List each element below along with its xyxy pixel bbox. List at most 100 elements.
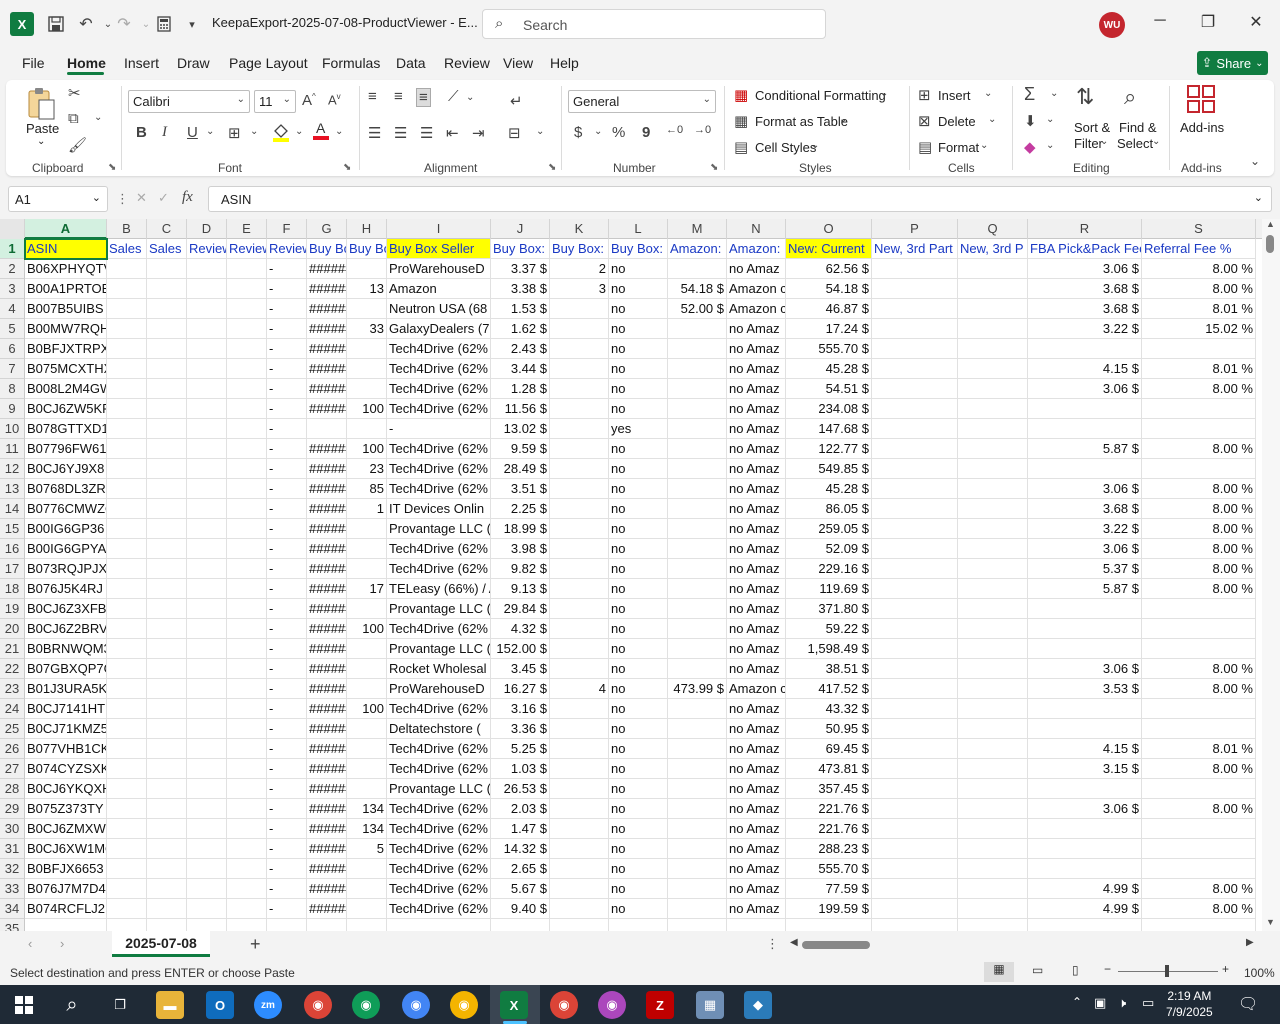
- table-cell[interactable]: -: [267, 479, 307, 499]
- table-cell[interactable]: [958, 819, 1028, 839]
- table-cell[interactable]: [187, 379, 227, 399]
- borders-icon[interactable]: ⊞: [228, 124, 241, 142]
- table-cell[interactable]: Neutron USA (68: [387, 299, 491, 319]
- table-cell[interactable]: [107, 479, 147, 499]
- table-cell[interactable]: [227, 339, 267, 359]
- table-cell[interactable]: no Amaz: [727, 459, 786, 479]
- table-cell[interactable]: [227, 519, 267, 539]
- table-cell[interactable]: ######: [307, 539, 347, 559]
- table-cell[interactable]: [147, 399, 187, 419]
- font-color-dropdown-icon[interactable]: ⌄: [335, 126, 343, 137]
- table-cell[interactable]: no: [609, 579, 668, 599]
- row-header-6[interactable]: 6: [0, 339, 25, 359]
- table-cell[interactable]: [550, 799, 609, 819]
- scroll-down-icon[interactable]: ▼: [1266, 917, 1275, 927]
- table-cell[interactable]: 3.68 $: [1028, 279, 1142, 299]
- taskbar-search-icon[interactable]: ⌕: [58, 991, 86, 1019]
- table-cell[interactable]: [1028, 839, 1142, 859]
- table-cell[interactable]: B01J3URA5K: [25, 679, 107, 699]
- table-cell[interactable]: no Amaz: [727, 559, 786, 579]
- table-cell[interactable]: [958, 859, 1028, 879]
- table-cell[interactable]: ######: [307, 639, 347, 659]
- table-cell[interactable]: -: [267, 739, 307, 759]
- notification-tray-icon[interactable]: ▣: [1094, 995, 1106, 1011]
- table-cell[interactable]: [550, 599, 609, 619]
- table-cell[interactable]: Provantage LLC (: [387, 779, 491, 799]
- table-cell[interactable]: 1.62 $: [491, 319, 550, 339]
- table-cell[interactable]: B0CJ6YKQXH: [25, 779, 107, 799]
- table-cell[interactable]: 86.05 $: [786, 499, 872, 519]
- outlook-icon[interactable]: O: [206, 991, 234, 1019]
- table-cell[interactable]: [958, 659, 1028, 679]
- table-cell[interactable]: [958, 439, 1028, 459]
- table-cell[interactable]: [227, 779, 267, 799]
- table-cell[interactable]: 3.53 $: [1028, 679, 1142, 699]
- table-cell[interactable]: [227, 599, 267, 619]
- table-cell[interactable]: 4: [550, 679, 609, 699]
- table-cell[interactable]: [227, 259, 267, 279]
- table-cell[interactable]: [1028, 339, 1142, 359]
- copy-icon[interactable]: ⧉: [68, 110, 79, 127]
- table-cell[interactable]: 5.87 $: [1028, 439, 1142, 459]
- table-cell[interactable]: [227, 379, 267, 399]
- table-cell[interactable]: [872, 599, 958, 619]
- table-cell[interactable]: [187, 479, 227, 499]
- table-cell[interactable]: Tech4Drive (62%: [387, 879, 491, 899]
- table-cell[interactable]: B076J7M7D4: [25, 879, 107, 899]
- paste-label[interactable]: Paste: [26, 121, 59, 136]
- table-cell[interactable]: ######: [307, 359, 347, 379]
- table-cell[interactable]: [872, 519, 958, 539]
- table-cell[interactable]: [147, 319, 187, 339]
- table-cell[interactable]: [147, 419, 187, 439]
- table-cell[interactable]: [668, 659, 727, 679]
- table-cell[interactable]: B007B5UIBS: [25, 299, 107, 319]
- chevron-down-icon[interactable]: ⌄: [1152, 136, 1160, 147]
- table-cell[interactable]: [107, 499, 147, 519]
- table-cell[interactable]: [958, 479, 1028, 499]
- table-cell[interactable]: Provantage LLC (: [387, 639, 491, 659]
- table-cell[interactable]: -: [267, 379, 307, 399]
- table-cell[interactable]: Tech4Drive (62%: [387, 759, 491, 779]
- table-cell[interactable]: [227, 879, 267, 899]
- table-cell[interactable]: -: [267, 599, 307, 619]
- table-cell[interactable]: 134: [347, 819, 387, 839]
- table-cell[interactable]: [958, 359, 1028, 379]
- table-cell[interactable]: [187, 439, 227, 459]
- table-cell[interactable]: no: [609, 459, 668, 479]
- table-cell[interactable]: [1142, 719, 1256, 739]
- row-header-21[interactable]: 21: [0, 639, 25, 659]
- clear-icon[interactable]: ◆: [1024, 138, 1036, 156]
- align-right-icon[interactable]: ☰: [420, 124, 433, 142]
- table-cell[interactable]: ######: [307, 259, 347, 279]
- table-cell[interactable]: [187, 499, 227, 519]
- table-cell[interactable]: [147, 619, 187, 639]
- row-header-29[interactable]: 29: [0, 799, 25, 819]
- table-cell[interactable]: [668, 579, 727, 599]
- table-cell[interactable]: [668, 859, 727, 879]
- table-cell[interactable]: [107, 459, 147, 479]
- table-cell[interactable]: [227, 479, 267, 499]
- cell-styles-button[interactable]: Cell Styles: [755, 140, 816, 155]
- table-cell[interactable]: B0CJ6ZMXWN: [25, 819, 107, 839]
- table-cell[interactable]: [227, 499, 267, 519]
- table-cell[interactable]: [958, 379, 1028, 399]
- column-header-i[interactable]: I: [387, 219, 491, 239]
- sort-filter-icon[interactable]: ⇅: [1076, 84, 1094, 110]
- table-cell[interactable]: no: [609, 439, 668, 459]
- table-cell[interactable]: no Amaz: [727, 419, 786, 439]
- table-cell[interactable]: [550, 479, 609, 499]
- table-cell[interactable]: Tech4Drive (62%: [387, 859, 491, 879]
- row-header-16[interactable]: 16: [0, 539, 25, 559]
- table-cell[interactable]: [147, 859, 187, 879]
- table-cell[interactable]: 229.16 $: [786, 559, 872, 579]
- table-cell[interactable]: 17.24 $: [786, 319, 872, 339]
- table-cell[interactable]: -: [267, 819, 307, 839]
- table-cell[interactable]: [347, 879, 387, 899]
- table-cell[interactable]: [1028, 819, 1142, 839]
- taskbar-clock[interactable]: 2:19 AM 7/9/2025: [1166, 988, 1213, 1020]
- table-cell[interactable]: 3.22 $: [1028, 519, 1142, 539]
- table-cell[interactable]: Tech4Drive (62%: [387, 339, 491, 359]
- table-cell[interactable]: 8.00 %: [1142, 559, 1256, 579]
- table-cell[interactable]: [550, 619, 609, 639]
- table-cell[interactable]: Amazon: [387, 279, 491, 299]
